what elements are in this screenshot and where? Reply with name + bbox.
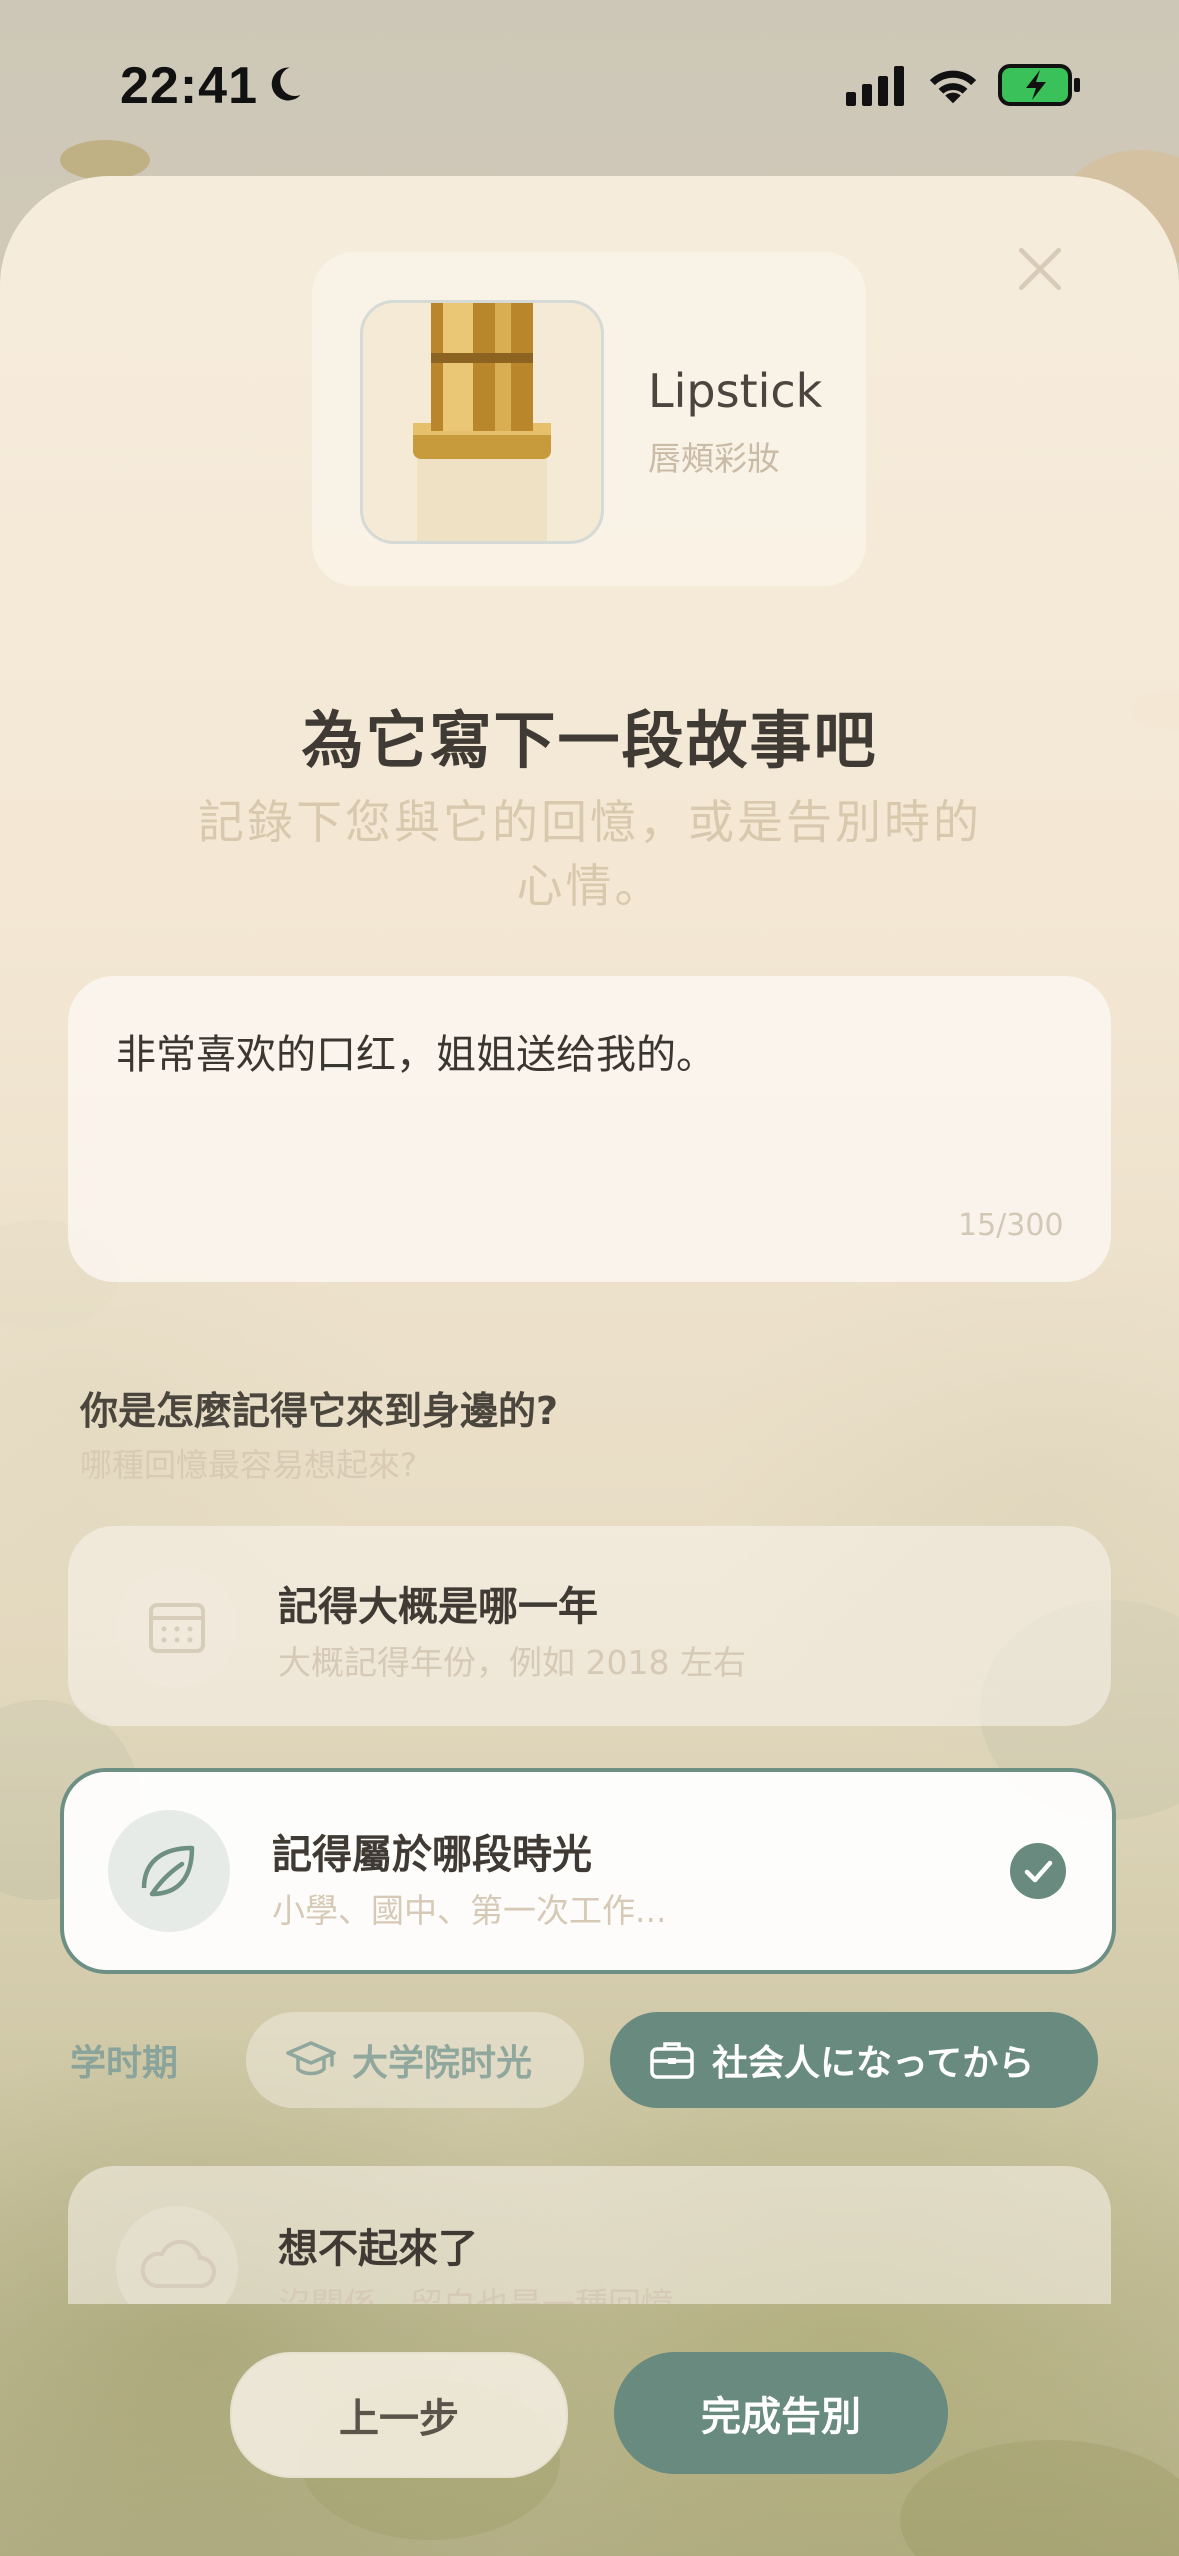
chip-label: 学时期 bbox=[70, 2043, 179, 2084]
chip-label: 社会人になってから bbox=[712, 2043, 1035, 2084]
finish-button[interactable]: 完成告別 bbox=[614, 2352, 948, 2474]
back-button-label: 上一步 bbox=[339, 2396, 459, 2442]
chip-graduate[interactable]: 大学院时光 bbox=[246, 2012, 584, 2108]
option-icon-bg bbox=[116, 1566, 238, 1688]
status-time: 22:41 bbox=[120, 57, 258, 115]
question-title: 你是怎麼記得它來到身邊的? bbox=[80, 1389, 559, 1433]
selected-check-icon bbox=[1010, 1843, 1066, 1899]
back-button[interactable]: 上一步 bbox=[230, 2352, 568, 2478]
chip-working[interactable]: 社会人になってから bbox=[610, 2012, 1098, 2108]
graduation-cap-icon bbox=[286, 2041, 336, 2076]
wifi-icon bbox=[929, 70, 977, 104]
leaf-icon bbox=[141, 1845, 195, 1897]
page-subtitle: 記錄下您與它的回憶，或是告別時的心情。 bbox=[198, 795, 982, 913]
option-title: 記得屬於哪段時光 bbox=[272, 1832, 592, 1878]
period-chips: 学时期 大学院时光 社会人になってから bbox=[0, 2012, 1179, 2108]
option-forgot[interactable]: 想不起來了 沒關係，留白也是一種回憶。 bbox=[68, 2166, 1111, 2304]
close-icon[interactable] bbox=[1015, 244, 1065, 294]
calendar-icon bbox=[149, 1603, 205, 1653]
battery-charging-icon bbox=[998, 64, 1080, 106]
status-bar: 22:41 bbox=[0, 0, 1179, 170]
question-subtitle: 哪種回憶最容易想起來? bbox=[80, 1446, 417, 1484]
option-title: 記得大概是哪一年 bbox=[278, 1584, 598, 1630]
chip-school[interactable]: 学时期 bbox=[0, 2012, 210, 2108]
cloud-icon bbox=[140, 2239, 216, 2288]
option-desc: 沒關係，留白也是一種回憶。 bbox=[278, 2278, 707, 2304]
chip-label: 大学院时光 bbox=[352, 2043, 533, 2084]
moon-icon bbox=[271, 67, 301, 101]
finish-button-label: 完成告別 bbox=[701, 2394, 861, 2440]
product-name: Lipstick bbox=[648, 364, 823, 418]
product-category: 唇頰彩妝 bbox=[648, 439, 780, 478]
option-icon-bg bbox=[108, 1810, 230, 1932]
option-icon-bg bbox=[116, 2206, 238, 2304]
option-period[interactable]: 記得屬於哪段時光 小學、國中、第一次工作... bbox=[60, 1768, 1116, 1974]
page-title: 為它寫下一段故事吧 bbox=[301, 704, 878, 777]
briefcase-icon bbox=[650, 2042, 694, 2079]
option-desc: 小學、國中、第一次工作... bbox=[272, 1891, 667, 1930]
option-year[interactable]: 記得大概是哪一年 大概記得年份，例如 2018 左右 bbox=[68, 1526, 1111, 1726]
option-title: 想不起來了 bbox=[278, 2226, 478, 2272]
option-desc: 大概記得年份，例如 2018 左右 bbox=[278, 1643, 746, 1682]
story-text: 非常喜欢的口红，姐姐送给我的。 bbox=[116, 1032, 716, 1078]
char-counter: 15/300 bbox=[958, 1208, 1064, 1243]
cellular-signal-icon bbox=[846, 66, 904, 106]
product-image bbox=[360, 300, 604, 544]
